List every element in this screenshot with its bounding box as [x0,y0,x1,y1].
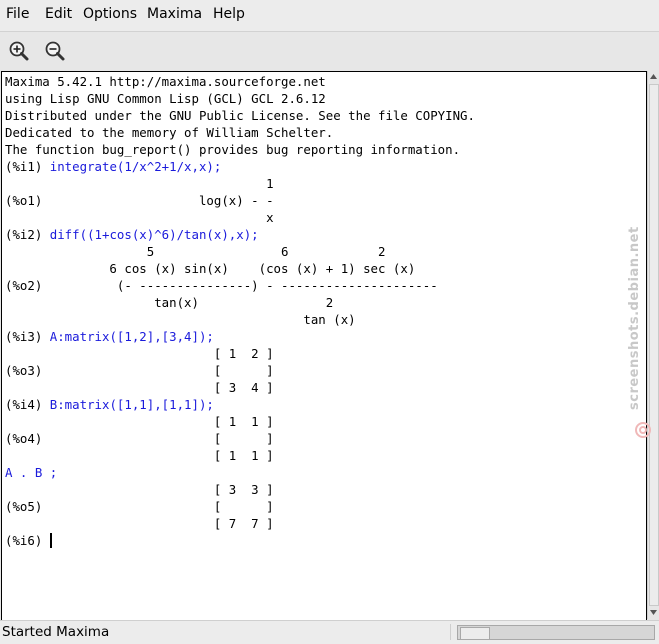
output-line: [ 1 1 ] [5,448,274,463]
console-text: Maxima 5.42.1 http://maxima.sourceforge.… [2,72,646,549]
debian-swirl-icon [635,422,651,438]
output-line: tan(x) 2 [5,295,334,310]
output-line: [ 1 1 ] [5,414,274,429]
output-line: [ 1 2 ] [5,346,274,361]
slider-thumb[interactable] [460,627,490,640]
horizontal-slider[interactable] [457,625,655,640]
zoom-out-button[interactable] [42,39,68,63]
menu-options[interactable]: Options [83,6,137,22]
output-line: (%o3) [ ] [5,363,274,378]
banner-line: using Lisp GNU Common Lisp (GCL) GCL 2.6… [5,91,326,106]
input-prompt: (%i6) [5,533,50,548]
zoom-in-button[interactable] [6,39,32,63]
output-line: (%o1) log(x) - - [5,193,274,208]
input-prompt: (%i2) [5,227,50,242]
input-command: A:matrix([1,2],[3,4]); [49,329,214,344]
input-prompt: (%i4) [5,397,50,412]
zoom-in-icon [9,41,29,61]
text-cursor[interactable] [49,533,52,548]
output-line: (%o5) [ ] [5,499,274,514]
output-line: [ 3 3 ] [5,482,274,497]
output-line: tan (x) [5,312,356,327]
banner-line: Maxima 5.42.1 http://maxima.sourceforge.… [5,74,326,89]
vertical-scrollbar[interactable] [647,71,659,619]
banner-line: Distributed under the GNU Public License… [5,108,475,123]
output-line: 5 6 2 [5,244,386,259]
menu-maxima[interactable]: Maxima [147,6,202,22]
input-prompt: (%i1) [5,159,50,174]
zoom-out-icon [45,41,65,61]
status-message: Started Maxima [2,624,451,640]
toolbar [0,32,659,70]
scrollbar-thumb[interactable] [649,84,659,606]
output-line: 6 cos (x) sin(x) (cos (x) + 1) sec (x) [5,261,416,276]
menu-edit[interactable]: Edit [45,6,72,22]
menu-bar: File Edit Options Maxima Help [0,0,659,32]
input-command: A . B ; [5,465,58,480]
watermark-text: screenshots.debian.net [627,226,642,410]
input-command: diff((1+cos(x)^6)/tan(x),x); [49,227,259,242]
output-line: (%o4) [ ] [5,431,274,446]
input-command: B:matrix([1,1],[1,1]); [49,397,214,412]
output-line: [ 3 4 ] [5,380,274,395]
scroll-down-icon[interactable] [648,607,659,618]
output-line: x [5,210,274,225]
input-command: integrate(1/x^2+1/x,x); [49,159,222,174]
banner-line: The function bug_report() provides bug r… [5,142,461,157]
output-line: 1 [5,176,274,191]
menu-file[interactable]: File [6,6,29,22]
banner-line: Dedicated to the memory of William Schel… [5,125,334,140]
input-prompt: (%i3) [5,329,50,344]
scroll-up-icon[interactable] [648,71,659,82]
output-line: [ 7 7 ] [5,516,274,531]
menu-help[interactable]: Help [213,6,245,22]
console-output[interactable]: Maxima 5.42.1 http://maxima.sourceforge.… [1,71,647,621]
status-bar: Started Maxima [0,620,659,644]
output-line: (%o2) (- ---------------) - ------------… [5,278,438,293]
